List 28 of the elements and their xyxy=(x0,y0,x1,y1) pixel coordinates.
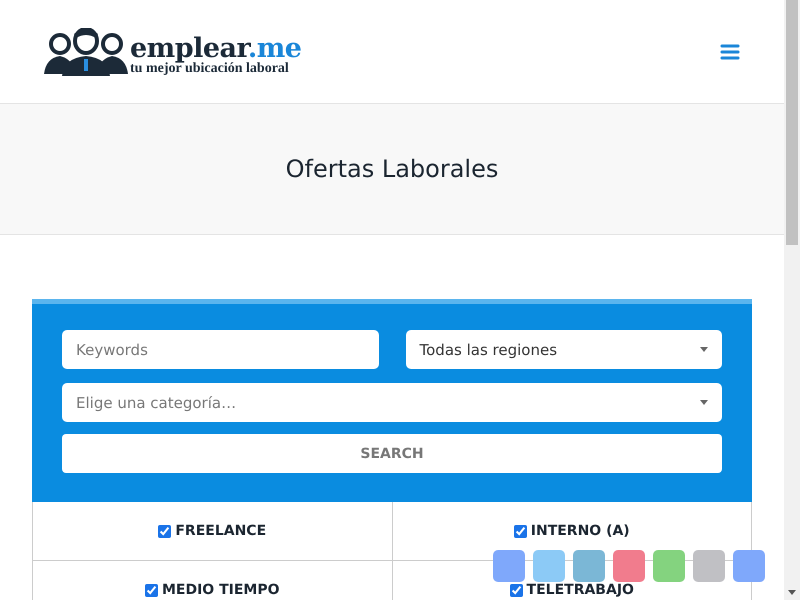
scrollbar-thumb[interactable] xyxy=(786,0,798,245)
job-type-option[interactable]: MEDIO TIEMPO xyxy=(144,582,280,598)
region-select[interactable]: Todas las regiones xyxy=(406,330,722,369)
scrollbar[interactable] xyxy=(784,0,800,600)
job-type-option[interactable]: TELETRABAJO xyxy=(510,582,634,598)
menu-icon xyxy=(720,44,740,60)
checkbox[interactable] xyxy=(510,584,523,596)
share-button[interactable] xyxy=(613,550,645,582)
scroll-down-icon[interactable] xyxy=(788,590,796,595)
job-type-option[interactable]: INTERNO (A) xyxy=(514,523,630,539)
logo-wordmark: emplear.me xyxy=(130,34,302,62)
share-button[interactable] xyxy=(533,550,565,582)
keywords-field[interactable]: Keywords xyxy=(62,330,378,369)
logo-tagline: tu mejor ubicación laboral xyxy=(130,62,290,76)
page-title: Ofertas Laborales xyxy=(286,155,498,183)
search-button[interactable]: SEARCH xyxy=(62,434,722,473)
caret-icon xyxy=(700,400,708,405)
share-button[interactable] xyxy=(733,550,765,582)
job-type-option[interactable]: FREELANCE xyxy=(158,523,266,539)
checkbox[interactable] xyxy=(144,584,158,596)
share-button[interactable] xyxy=(573,550,605,582)
checkbox[interactable] xyxy=(158,524,172,538)
share-button[interactable] xyxy=(653,550,685,582)
category-select[interactable]: Elige una categoría… xyxy=(62,383,722,422)
checkbox[interactable] xyxy=(514,524,527,538)
caret-icon xyxy=(700,347,708,352)
share-button[interactable] xyxy=(693,550,725,582)
people-logo-icon xyxy=(44,28,128,76)
